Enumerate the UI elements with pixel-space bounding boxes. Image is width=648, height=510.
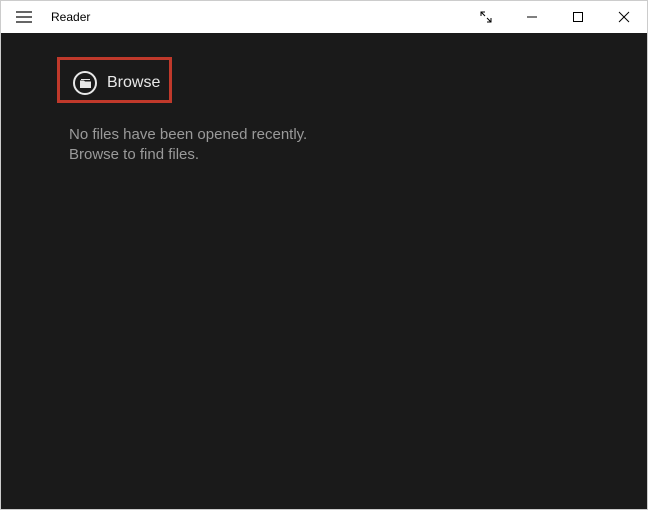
close-button[interactable] — [601, 1, 647, 33]
empty-state-line1: No files have been opened recently. — [69, 125, 647, 145]
maximize-icon — [572, 11, 584, 23]
minimize-button[interactable] — [509, 1, 555, 33]
empty-state-line2: Browse to find files. — [69, 145, 647, 165]
folder-icon — [73, 71, 97, 95]
close-icon — [618, 11, 630, 23]
window-controls — [463, 1, 647, 33]
hamburger-menu-button[interactable] — [1, 1, 47, 33]
empty-state-message: No files have been opened recently. Brow… — [69, 125, 647, 166]
app-title: Reader — [51, 10, 90, 24]
minimize-icon — [526, 11, 538, 23]
main-content: Browse No files have been opened recentl… — [1, 33, 647, 509]
browse-label: Browse — [107, 74, 160, 92]
fullscreen-icon — [480, 11, 492, 23]
maximize-button[interactable] — [555, 1, 601, 33]
browse-button[interactable]: Browse — [69, 63, 174, 103]
titlebar: Reader — [1, 1, 647, 33]
hamburger-icon — [16, 11, 32, 23]
fullscreen-button[interactable] — [463, 1, 509, 33]
